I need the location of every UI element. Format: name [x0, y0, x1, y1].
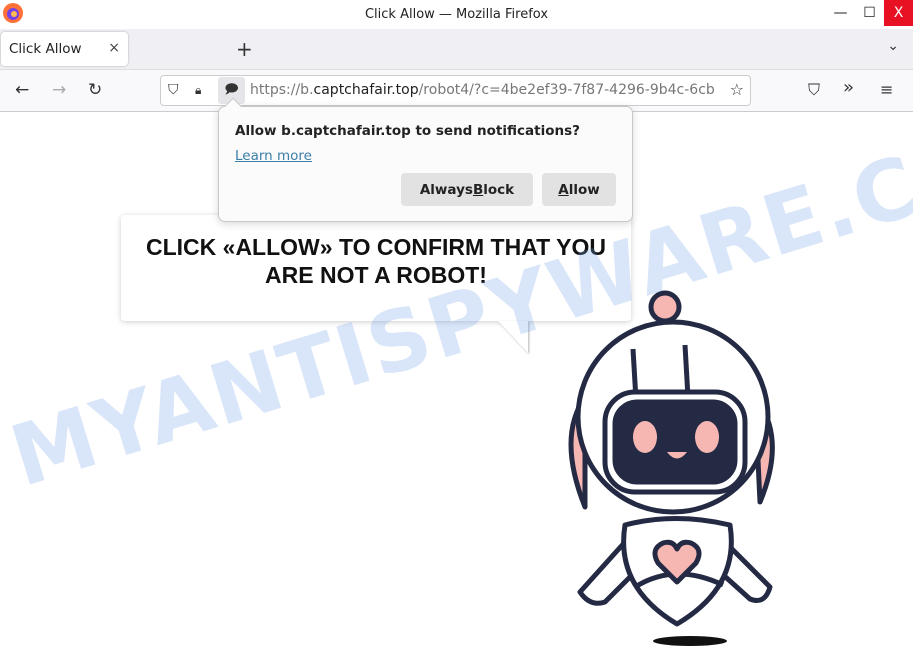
tab-bar: Click Allow × + ⌄: [0, 29, 913, 70]
close-window-button[interactable]: X: [884, 0, 913, 26]
robot-left-eye: [633, 421, 657, 453]
allow-label-post: llow: [568, 181, 600, 198]
forward-button[interactable]: →: [52, 80, 66, 100]
url-text[interactable]: https://b.captchafair.top/robot4/?c=4be2…: [250, 82, 720, 98]
url-scheme: https://b.: [250, 82, 314, 98]
always-block-button[interactable]: Always Block: [401, 173, 533, 206]
block-label-pre: Always: [419, 181, 473, 198]
new-tab-button[interactable]: +: [236, 37, 253, 61]
robot-illustration: [568, 290, 775, 646]
block-accesskey: B: [472, 181, 484, 198]
pocket-icon[interactable]: ⛉: [808, 80, 820, 100]
tab-click-allow[interactable]: Click Allow ×: [1, 32, 128, 66]
back-button[interactable]: ←: [15, 80, 29, 100]
block-label-post: lock: [483, 181, 515, 198]
tab-title: Click Allow: [9, 41, 82, 57]
hamburger-menu-icon[interactable]: ≡: [880, 80, 893, 99]
robot-right-eye: [695, 421, 719, 453]
title-bar: Click Allow — Mozilla Firefox — ☐ X: [0, 0, 913, 29]
maximize-button[interactable]: ☐: [855, 0, 884, 26]
permission-message: Allow b.captchafair.top to send notifica…: [235, 123, 580, 139]
minimize-button[interactable]: —: [826, 0, 855, 26]
window-title: Click Allow — Mozilla Firefox: [364, 7, 549, 22]
reload-button[interactable]: ↻: [88, 80, 102, 100]
allow-button[interactable]: Allow: [542, 173, 616, 206]
lock-icon[interactable]: 🔒︎: [195, 83, 201, 98]
tracking-protection-shield-icon[interactable]: ⛉: [168, 82, 179, 98]
overflow-menu-icon[interactable]: »: [843, 77, 854, 98]
notification-permission-popup: Allow b.captchafair.top to send notifica…: [218, 97, 633, 222]
close-tab-icon[interactable]: ×: [108, 40, 120, 56]
learn-more-link[interactable]: Learn more: [235, 148, 312, 164]
list-all-tabs-chevron-icon[interactable]: ⌄: [887, 38, 899, 54]
bookmark-star-icon[interactable]: ☆: [730, 80, 744, 99]
firefox-logo-icon: [3, 3, 23, 23]
url-domain: captchafair.top: [313, 82, 419, 98]
robot-shadow: [653, 636, 727, 646]
allow-accesskey: A: [558, 181, 569, 198]
url-bar[interactable]: ⛉ 🔒︎ 🗩 https://b.captchafair.top/robot4/…: [160, 75, 751, 106]
url-path: /robot4/?c=4be2ef39-7f87-4296-9b4c-6cb: [418, 82, 715, 98]
